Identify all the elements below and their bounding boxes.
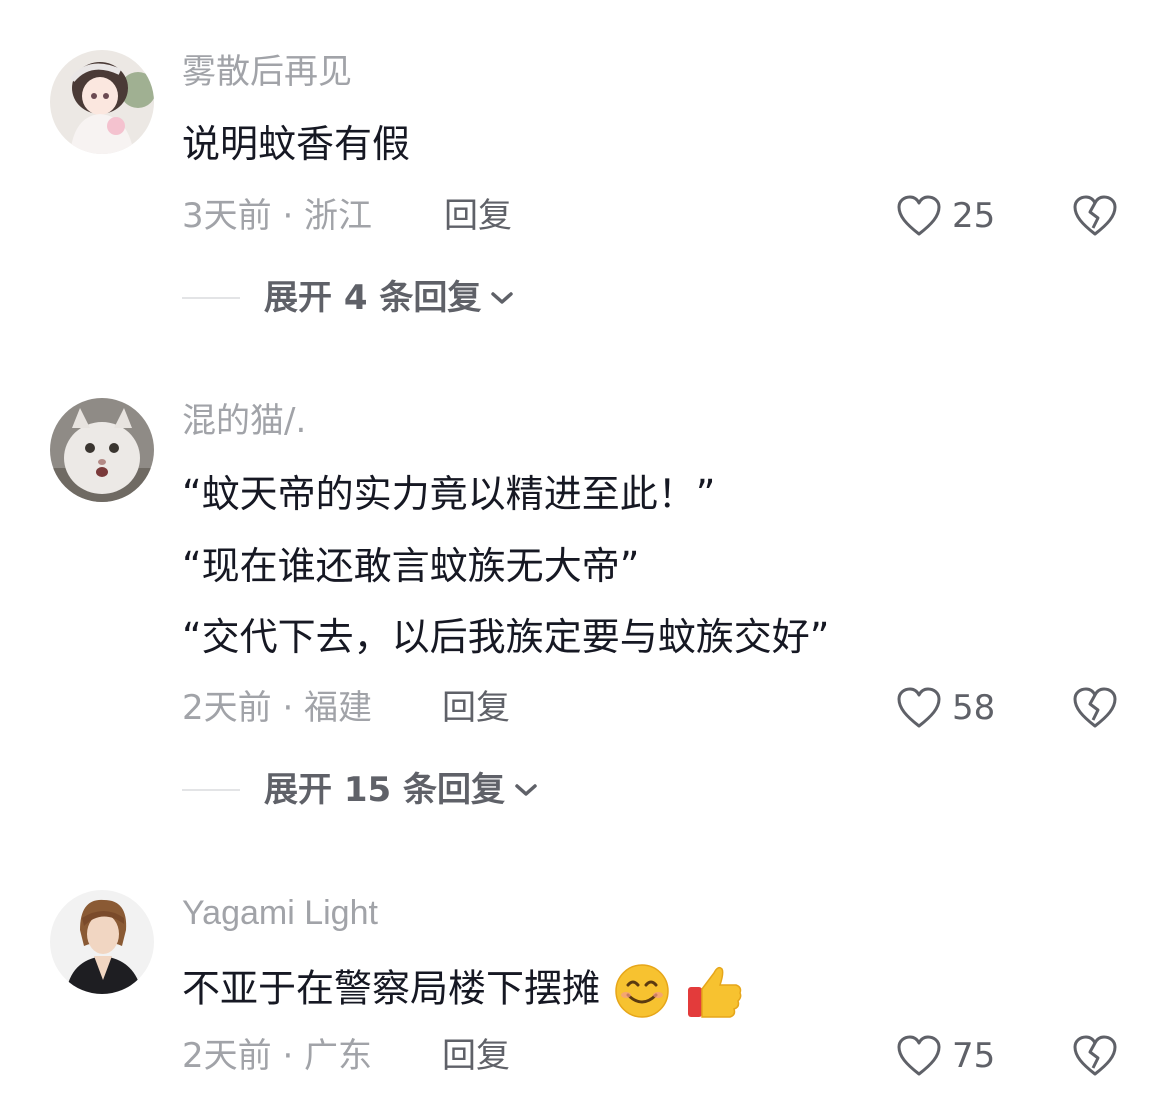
heart-outline-icon <box>897 1035 941 1076</box>
thumbs-up-emoji <box>688 966 742 1018</box>
like-button[interactable]: 75 <box>896 1032 995 1080</box>
broken-heart-icon[interactable] <box>1072 1033 1118 1079</box>
avatar[interactable] <box>50 890 154 994</box>
reply-button[interactable]: 回复 <box>442 1036 510 1076</box>
comment-item: Yagami Light 不亚于在警察局楼下摆摊 2天前 · 广东 回复 75 <box>0 0 1170 1105</box>
comment-text-row: 不亚于在警察局楼下摆摊 <box>182 961 744 1021</box>
comment-text: 不亚于在警察局楼下摆摊 <box>182 966 601 1011</box>
like-count: 75 <box>952 1036 996 1076</box>
comment-meta: 2天前 · 广东 <box>182 1036 373 1076</box>
smile-emoji <box>615 964 669 1018</box>
username[interactable]: Yagami Light <box>182 893 378 933</box>
